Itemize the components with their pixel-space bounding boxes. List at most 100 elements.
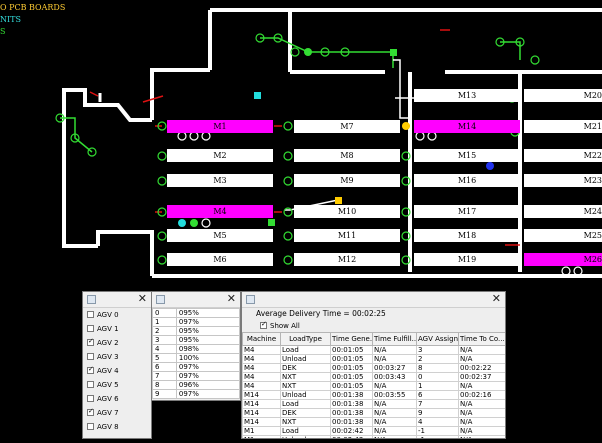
table-cell: N/A <box>372 399 417 409</box>
machine-m14[interactable]: M14 <box>414 120 520 133</box>
close-icon[interactable]: ✕ <box>227 292 236 306</box>
machine-m5[interactable]: M5 <box>167 229 273 242</box>
column-header[interactable]: Time Fulfill... <box>372 332 417 346</box>
machine-m12[interactable]: M12 <box>294 253 400 266</box>
machine-m8[interactable]: M8 <box>294 149 400 162</box>
agv-checkbox[interactable] <box>87 353 94 360</box>
column-header[interactable]: AGV Assign... <box>416 332 459 346</box>
machine-m16[interactable]: M16 <box>414 174 520 187</box>
table-row[interactable]: 5 100% <box>152 353 240 363</box>
table-cell: 00:01:05 <box>330 363 373 373</box>
machine-m10[interactable]: M10 <box>294 205 400 218</box>
agv-checkbox-item[interactable]: AGV 4 <box>83 364 151 378</box>
utilization-cell: 095% <box>175 326 240 336</box>
table-row[interactable]: 0 095% <box>152 308 240 318</box>
machine-m23[interactable]: M23 <box>524 174 602 187</box>
table-cell: 00:02:42 <box>330 426 373 436</box>
table-cell: 00:01:38 <box>330 408 373 418</box>
table-row[interactable]: 4 098% <box>152 344 240 354</box>
agv-checkbox-item[interactable]: AGV 6 <box>83 392 151 406</box>
agv-checkbox[interactable] <box>87 423 94 430</box>
agv-checkbox-item[interactable]: AGV 3 <box>83 350 151 364</box>
machine-m4[interactable]: M4 <box>167 205 273 218</box>
table-cell: 00:02:22 <box>458 363 505 373</box>
window-titlebar[interactable]: ✕ <box>152 292 240 308</box>
machine-m20[interactable]: M20 <box>524 89 602 102</box>
machine-m11[interactable]: M11 <box>294 229 400 242</box>
agv-checkbox[interactable] <box>87 325 94 332</box>
column-header[interactable]: Machine <box>242 332 281 346</box>
agv-checkbox[interactable] <box>87 381 94 388</box>
agv-checkbox-item[interactable]: AGV 0 <box>83 308 151 322</box>
agv-checkbox-label: AGV 6 <box>97 395 119 403</box>
table-row[interactable]: 3 095% <box>152 335 240 345</box>
table-row[interactable]: M1Unload00:02:42N/A-1N/A <box>242 435 505 438</box>
agv-checkbox[interactable] <box>87 337 94 346</box>
window-titlebar[interactable]: ✕ <box>83 292 151 308</box>
machine-m25[interactable]: M25 <box>524 229 602 242</box>
agv-checkbox[interactable] <box>87 395 94 402</box>
machine-m24[interactable]: M24 <box>524 205 602 218</box>
machine-label: M19 <box>457 255 477 264</box>
machine-m21[interactable]: M21 <box>524 120 602 133</box>
agv-marker <box>190 219 198 227</box>
table-row[interactable]: M14 DEK 00:01:38 N/A 9 N/A <box>242 408 505 418</box>
table-row[interactable]: M4 DEK 00:01:05 00:03:27 8 00:02:22 <box>242 363 505 373</box>
close-icon[interactable]: ✕ <box>138 292 147 306</box>
agv-checkbox-item[interactable]: AGV 7 <box>83 406 151 420</box>
machine-m1[interactable]: M1 <box>167 120 273 133</box>
agv-id-cell: 2 <box>152 326 177 336</box>
agv-checkbox[interactable] <box>87 311 94 318</box>
table-cell: M4 <box>242 354 281 364</box>
station-ring <box>561 266 571 276</box>
machine-m9[interactable]: M9 <box>294 174 400 187</box>
table-cell: N/A <box>372 417 417 427</box>
table-row[interactable]: 6 097% <box>152 362 240 372</box>
table-cell: 00:01:05 <box>330 372 373 382</box>
table-row[interactable]: M4 Unload 00:01:05 N/A 2 N/A <box>242 354 505 364</box>
machine-m7[interactable]: M7 <box>294 120 400 133</box>
column-header[interactable]: Time To Co... <box>458 332 505 346</box>
window-titlebar[interactable]: ✕ <box>242 292 505 308</box>
node <box>530 55 540 65</box>
utilization-cell: 095% <box>175 335 240 345</box>
table-row[interactable]: M4 Load 00:01:05 N/A 3 N/A <box>242 345 505 355</box>
machine-m3[interactable]: M3 <box>167 174 273 187</box>
agv-checkbox[interactable] <box>87 365 94 374</box>
machine-label: M14 <box>457 122 477 131</box>
table-cell: N/A <box>372 426 417 436</box>
machine-m2[interactable]: M2 <box>167 149 273 162</box>
machine-m15[interactable]: M15 <box>414 149 520 162</box>
machine-m18[interactable]: M18 <box>414 229 520 242</box>
machine-m6[interactable]: M6 <box>167 253 273 266</box>
agv-checkbox-item[interactable]: AGV 5 <box>83 378 151 392</box>
table-row[interactable]: M14 Load 00:01:38 N/A 7 N/A <box>242 399 505 409</box>
agv-id-cell: 6 <box>152 362 177 372</box>
agv-checkbox-item[interactable]: AGV 8 <box>83 420 151 434</box>
column-header[interactable]: Time Gene... <box>330 332 373 346</box>
table-row[interactable]: 7 097% <box>152 371 240 381</box>
machine-m26[interactable]: M26 <box>524 253 602 266</box>
machine-m17[interactable]: M17 <box>414 205 520 218</box>
wall-west-annex <box>62 88 152 248</box>
table-row[interactable]: 8 096% <box>152 380 240 390</box>
agv-checkbox-item[interactable]: AGV 1 <box>83 322 151 336</box>
agv-checkbox-item[interactable]: AGV 2 <box>83 336 151 350</box>
show-all-toggle[interactable]: Show All <box>242 320 505 332</box>
table-row[interactable]: 1 097% <box>152 317 240 327</box>
machine-m13[interactable]: M13 <box>414 89 520 102</box>
path-top <box>260 37 394 68</box>
machine-m19[interactable]: M19 <box>414 253 520 266</box>
machine-m22[interactable]: M22 <box>524 149 602 162</box>
show-all-checkbox[interactable] <box>260 320 267 329</box>
table-row[interactable]: M4 NXT 00:01:05 N/A 1 N/A <box>242 381 505 391</box>
agv-checkbox[interactable] <box>87 407 94 416</box>
table-row[interactable]: 9 097% <box>152 389 240 399</box>
table-row[interactable]: M14 Unload 00:01:38 00:03:55 6 00:02:16 <box>242 390 505 400</box>
column-header[interactable]: LoadType <box>280 332 331 346</box>
table-row[interactable]: M1 Load 00:02:42 N/A -1 N/A <box>242 426 505 436</box>
table-row[interactable]: M4 NXT 00:01:05 00:03:43 0 00:02:37 <box>242 372 505 382</box>
table-row[interactable]: 2 095% <box>152 326 240 336</box>
table-row[interactable]: M14 NXT 00:01:38 N/A 4 N/A <box>242 417 505 427</box>
close-icon[interactable]: ✕ <box>492 292 501 306</box>
